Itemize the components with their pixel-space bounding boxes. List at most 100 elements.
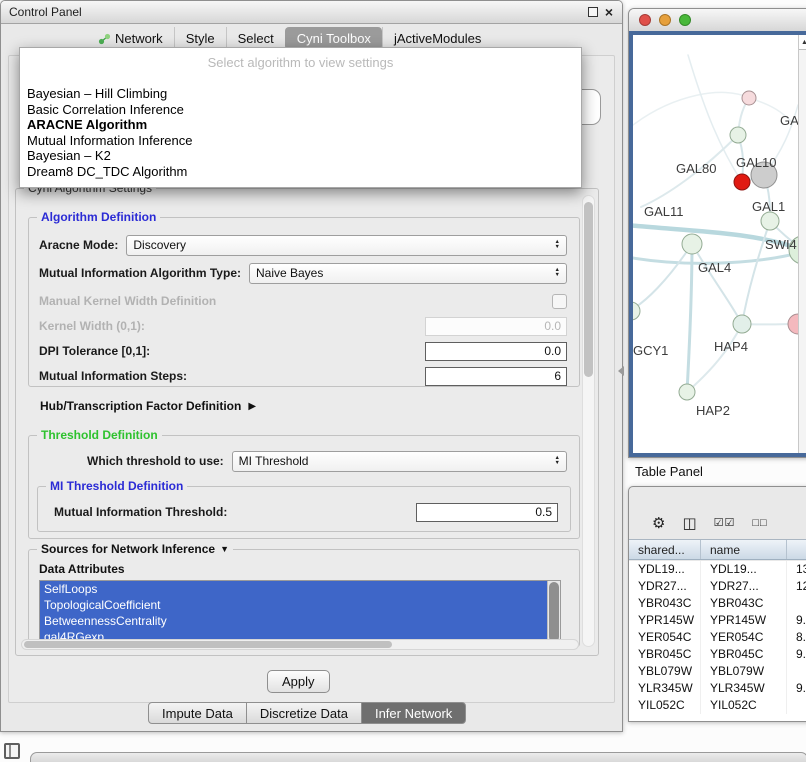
table-row[interactable]: YER054CYER054C8. (629, 629, 806, 646)
list-item[interactable]: SelfLoops (40, 581, 560, 597)
network-node-label: GAL10 (736, 155, 776, 170)
network-vertical-scrollbar[interactable]: ▲ (798, 35, 806, 453)
table-row[interactable]: YBL079WYBL079W (629, 663, 806, 680)
section-title: Algorithm Definition (37, 210, 160, 224)
hub-section-label: Hub/Transcription Factor Definition (40, 399, 241, 413)
mi-steps-label: Mutual Information Steps: (39, 369, 187, 383)
network-node[interactable] (679, 384, 695, 400)
table-row[interactable]: YDL19...YDL19...13 (629, 561, 806, 578)
hub-transcription-factor-toggle[interactable]: Hub/Transcription Factor Definition ▶ (40, 397, 256, 415)
table-row[interactable]: YLR345WYLR345W9. (629, 680, 806, 697)
list-item[interactable]: BetweennessCentrality (40, 613, 560, 629)
window-buttons: × (588, 6, 622, 18)
mi-algorithm-type-select[interactable]: Naive Bayes ▲▼ (249, 263, 567, 284)
close-window-icon[interactable] (639, 14, 651, 26)
section-title: Threshold Definition (37, 428, 162, 442)
settings-vertical-scrollbar[interactable] (582, 195, 595, 647)
dpi-tolerance-field[interactable] (425, 342, 567, 361)
which-threshold-label: Which threshold to use: (87, 454, 224, 468)
scroll-up-icon[interactable]: ▲ (799, 35, 806, 50)
column-header-shared-name[interactable]: shared... (629, 540, 701, 559)
dpi-tolerance-label: DPI Tolerance [0,1]: (39, 344, 150, 358)
mi-algorithm-type-row: Mutual Information Algorithm Type: Naive… (39, 262, 567, 284)
background-window-edge[interactable] (30, 752, 806, 762)
network-node-label: HAP2 (696, 403, 730, 418)
network-icon (98, 33, 111, 45)
columns-icon[interactable]: ◫ (682, 516, 696, 531)
dropdown-item-selected[interactable]: ARACNE Algorithm (20, 117, 581, 133)
combo-arrows-icon: ▲▼ (549, 268, 560, 277)
minimize-window-icon[interactable] (659, 14, 671, 26)
table-row[interactable]: YBR045CYBR045C9. (629, 646, 806, 663)
settings-horizontal-scrollbar[interactable] (21, 639, 579, 650)
table-body: YDL19...YDL19...13 YDR27...YDR27...12 YB… (629, 561, 806, 721)
close-icon[interactable]: × (605, 6, 613, 18)
mi-algorithm-type-label: Mutual Information Algorithm Type: (39, 266, 241, 280)
selected-value: Naive Bayes (256, 266, 323, 280)
sources-toggle[interactable]: Sources for Network Inference ▼ (37, 542, 233, 556)
aracne-mode-select[interactable]: Discovery ▲▼ (126, 235, 567, 256)
combo-arrows-icon: ▲▼ (549, 240, 560, 249)
mi-threshold-row: Mutual Information Threshold: (48, 501, 558, 523)
network-node-label: GCY1 (633, 343, 668, 358)
data-attributes-list[interactable]: SelfLoops TopologicalCoefficient Between… (39, 580, 561, 644)
clear-all-checks-icon[interactable]: □□ (752, 516, 767, 531)
network-node[interactable] (730, 127, 746, 143)
table-row[interactable]: YIL052CYIL052C (629, 697, 806, 714)
collapse-right-icon: ▶ (248, 401, 256, 412)
dropdown-item[interactable]: Bayesian – Hill Climbing (20, 86, 581, 102)
network-node-label: GAL4 (698, 260, 731, 275)
apply-button[interactable]: Apply (267, 670, 330, 693)
table-row[interactable]: YPR145WYPR145W9. (629, 612, 806, 629)
tab-label: Select (238, 31, 274, 46)
control-panel-titlebar[interactable]: Control Panel × (1, 1, 622, 24)
network-node[interactable] (733, 315, 751, 333)
column-header-partial[interactable] (787, 540, 806, 559)
selected-value: Discovery (133, 238, 186, 252)
algorithm-definition-group: Algorithm Definition Aracne Mode: Discov… (28, 217, 580, 387)
network-node[interactable] (734, 174, 750, 190)
kernel-width-label: Kernel Width (0,1): (39, 319, 145, 333)
dropdown-item[interactable]: Dream8 DC_TDC Algorithm (20, 164, 581, 180)
kernel-width-row: Kernel Width (0,1): (39, 315, 567, 337)
network-node[interactable] (761, 212, 779, 230)
mi-threshold-definition-group: MI Threshold Definition Mutual Informati… (37, 486, 571, 532)
dropdown-item[interactable]: Basic Correlation Inference (20, 102, 581, 118)
kernel-width-field[interactable] (425, 317, 567, 336)
dropdown-item[interactable]: Bayesian – K2 (20, 148, 581, 164)
select-all-checks-icon[interactable]: ☑☑ (714, 516, 736, 531)
table-panel-title: Table Panel (635, 464, 703, 479)
network-node[interactable] (742, 91, 756, 105)
tab-infer-network[interactable]: Infer Network (361, 702, 466, 724)
mini-panel-icon[interactable] (4, 743, 20, 759)
float-window-icon[interactable] (588, 7, 598, 17)
selected-value: MI Threshold (239, 454, 309, 468)
network-window-titlebar[interactable] (629, 9, 806, 32)
network-node[interactable] (682, 234, 702, 254)
list-scrollbar[interactable] (547, 581, 560, 643)
control-panel-window: Control Panel × Network Style Select Cyn… (0, 0, 623, 732)
column-header-name[interactable]: name (701, 540, 787, 559)
network-canvas[interactable]: GAL GAL80 GAL10 GAL11 GAL1 SWI4 GAL4 GCY… (633, 35, 806, 453)
gear-icon[interactable]: ⚙ (652, 516, 665, 531)
manual-kernel-checkbox[interactable] (552, 294, 567, 309)
manual-kernel-row: Manual Kernel Width Definition (39, 290, 567, 312)
expand-down-icon: ▼ (220, 544, 229, 554)
which-threshold-select[interactable]: MI Threshold ▲▼ (232, 451, 567, 472)
network-node-labels: GAL GAL80 GAL10 GAL11 GAL1 SWI4 GAL4 GCY… (633, 113, 806, 418)
dropdown-item[interactable]: Mutual Information Inference (20, 133, 581, 149)
splitter-collapse-icon[interactable] (618, 366, 624, 376)
network-view-window: GAL GAL80 GAL10 GAL11 GAL1 SWI4 GAL4 GCY… (628, 8, 806, 458)
mi-steps-field[interactable] (425, 367, 567, 386)
tab-discretize-data[interactable]: Discretize Data (246, 702, 362, 724)
table-row[interactable]: YDR27...YDR27...12 (629, 578, 806, 595)
tab-impute-data[interactable]: Impute Data (148, 702, 247, 724)
section-title: MI Threshold Definition (46, 479, 187, 493)
mi-threshold-field[interactable] (416, 503, 558, 522)
table-row[interactable]: YBR043CYBR043C (629, 595, 806, 612)
zoom-window-icon[interactable] (679, 14, 691, 26)
tab-label: Network (115, 31, 163, 46)
list-item[interactable]: TopologicalCoefficient (40, 597, 560, 613)
aracne-mode-label: Aracne Mode: (39, 238, 118, 252)
cyni-algorithm-settings-group: Cyni Algorithm Settings Algorithm Defini… (15, 188, 599, 656)
